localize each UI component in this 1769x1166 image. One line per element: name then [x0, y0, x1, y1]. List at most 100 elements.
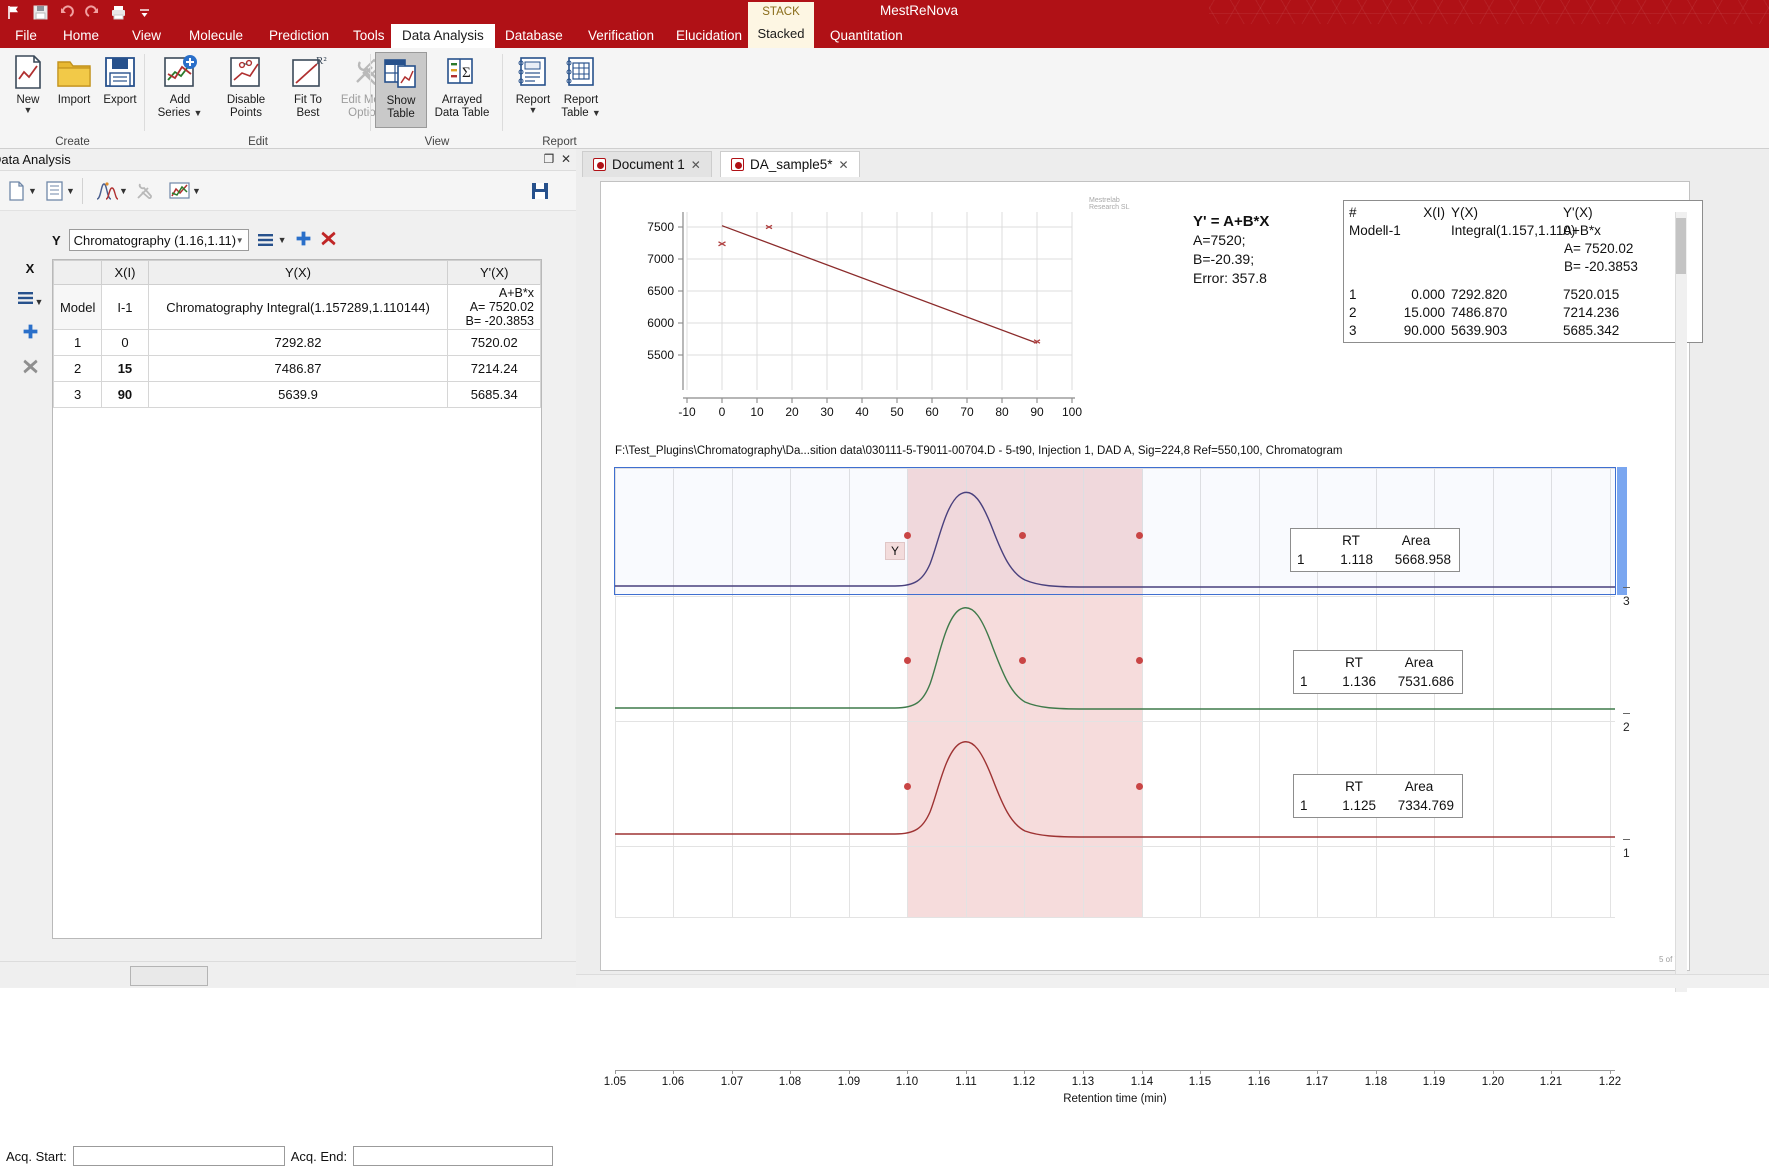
y-axis-marker-label[interactable]: Y [885, 542, 906, 560]
x-add-button[interactable] [14, 323, 46, 343]
integration-handle[interactable] [1136, 657, 1143, 664]
toolbar-save-analysis[interactable] [530, 178, 550, 204]
ribbon-button-report[interactable]: Report ▼ [507, 52, 559, 128]
svg-text:0: 0 [719, 405, 726, 419]
table-row[interactable]: 2 15 7486.87 7214.24 [52, 355, 541, 382]
column-header-ypx[interactable]: Y'(X) [447, 260, 541, 285]
ribbon-tab-prediction[interactable]: Prediction [258, 24, 340, 48]
close-icon[interactable]: ✕ [839, 158, 849, 172]
page-scrollbar-vertical[interactable] [1675, 212, 1687, 992]
restore-icon[interactable]: ❐ [544, 152, 555, 166]
chevron-down-icon[interactable]: ▼ [278, 235, 287, 244]
y-add-button[interactable] [295, 230, 312, 250]
spectrum-resize-handle[interactable] [1617, 467, 1627, 595]
chevron-down-icon[interactable]: ▼ [24, 105, 33, 114]
chevron-down-icon[interactable]: ▼ [66, 186, 75, 195]
ribbon-tab-quantitation[interactable]: Quantitation [819, 24, 914, 48]
ribbon-tab-data-analysis[interactable]: Data Analysis [391, 24, 495, 48]
model-results-table[interactable]: # X(I) Y(X) Y'(X) Model I-1 Integral(1.1… [1343, 200, 1703, 343]
document-tab-da-sample5[interactable]: DA_sample5* ✕ [720, 151, 860, 177]
table-row-model[interactable]: Model I-1 Chromatography Integral(1.1572… [52, 284, 541, 330]
selected-spectrum-box[interactable] [614, 467, 1627, 595]
y-series-select[interactable]: Chromatography (1.16,1.11) ▼ [68, 229, 249, 251]
cell-xi[interactable]: 90 [101, 381, 149, 408]
ribbon-tab-home[interactable]: Home [52, 24, 110, 48]
chromatogram-stack[interactable]: Y RT Area 1 1.118 5668.958 RT Area 1 1.1… [614, 467, 1630, 918]
ribbon-button-add-series[interactable]: Add Series ▼ [149, 52, 211, 128]
redo-icon[interactable] [84, 4, 101, 21]
ribbon-tab-view[interactable]: View [121, 24, 172, 48]
integration-handle[interactable] [1019, 532, 1026, 539]
ribbon-button-disable-points[interactable]: Disable Points [215, 52, 277, 128]
undo-icon[interactable] [58, 4, 75, 21]
x-tick-label: 1.10 [895, 1076, 919, 1088]
ribbon-button-show-table[interactable]: Show Table [375, 52, 427, 128]
document-scrollbar-horizontal[interactable] [576, 974, 1769, 988]
integration-handle[interactable] [904, 657, 911, 664]
x-tick-label: 1.20 [1481, 1076, 1505, 1088]
page-scrollbar-thumb[interactable] [1676, 218, 1686, 274]
rt-area-box-spectrum-1[interactable]: RT Area 1 1.125 7334.769 [1293, 774, 1463, 818]
flag-icon[interactable] [6, 4, 23, 21]
close-icon[interactable]: ✕ [691, 158, 701, 172]
close-icon[interactable]: ✕ [561, 152, 571, 166]
integration-handle[interactable] [904, 532, 911, 539]
y-menu-button[interactable]: ▼ [257, 233, 287, 247]
print-icon[interactable] [110, 4, 127, 21]
x-delete-button[interactable] [14, 358, 46, 378]
model-row-yx: Integral(1.157,1.110) [1451, 223, 1576, 238]
panel-footer-button[interactable] [130, 966, 208, 986]
integration-handle[interactable] [904, 783, 911, 790]
chevron-down-icon[interactable]: ▼ [236, 236, 244, 245]
analysis-table-wrapper[interactable]: X(I) Y(X) Y'(X) Model I-1 Chromatography… [52, 259, 542, 939]
ribbon-button-export[interactable]: Export [94, 52, 146, 128]
chevron-down-icon[interactable]: ▼ [592, 108, 601, 118]
save-icon[interactable] [32, 4, 49, 21]
rt-area-box-spectrum-3[interactable]: RT Area 1 1.118 5668.958 [1290, 528, 1460, 572]
ribbon-tab-tools[interactable]: Tools [342, 24, 396, 48]
toolbar-data-table[interactable]: ▼ [44, 178, 75, 204]
cell-xi[interactable]: 0 [101, 329, 149, 356]
column-header-index[interactable] [52, 260, 103, 285]
rt-area-box-spectrum-2[interactable]: RT Area 1 1.136 7531.686 [1293, 650, 1463, 694]
ribbon-tab-file[interactable]: File [2, 24, 50, 48]
table-row[interactable]: 3 90 5639.9 5685.34 [52, 381, 541, 408]
acq-start-input[interactable] [72, 1146, 285, 1166]
chevron-down-icon[interactable]: ▼ [193, 108, 202, 118]
toolbar-new-analysis[interactable]: ▼ [6, 178, 37, 204]
column-header-yx[interactable]: Y(X) [147, 260, 449, 285]
toolbar-chart[interactable]: ▼ [168, 178, 201, 204]
integration-handle[interactable] [1136, 783, 1143, 790]
customize-qat-icon[interactable] [136, 4, 153, 21]
ribbon-button-arrayed-data-table[interactable]: Σ Arrayed Data Table [431, 52, 493, 128]
regression-chart[interactable]: Mestrelab Research SL 7500 7000 6500 600… [617, 197, 1137, 430]
column-header-xi[interactable]: X(I) [101, 260, 149, 285]
panel-header-buttons[interactable]: ❐ ✕ [544, 152, 572, 166]
integration-handle[interactable] [1019, 657, 1026, 664]
toolbar-settings[interactable] [134, 178, 156, 204]
toolbar-peaks[interactable]: ▼ [82, 178, 128, 204]
chevron-down-icon[interactable]: ▼ [192, 186, 201, 195]
chevron-down-icon[interactable]: ▼ [35, 297, 44, 307]
ribbon-tab-stacked[interactable]: Stacked [748, 22, 814, 46]
document-tab-document-1[interactable]: Document 1 ✕ [582, 151, 712, 177]
chevron-down-icon[interactable]: ▼ [28, 186, 37, 195]
x-menu-button[interactable]: ▼ [14, 291, 46, 308]
chevron-down-icon[interactable]: ▼ [119, 186, 128, 195]
ribbon-button-import[interactable]: Import [48, 52, 100, 128]
ribbon-button-new[interactable]: New ▼ [2, 52, 54, 128]
ribbon-tab-molecule[interactable]: Molecule [178, 24, 254, 48]
cell-xi[interactable]: 15 [101, 355, 149, 382]
document-page[interactable]: Mestrelab Research SL 7500 7000 6500 600… [600, 181, 1703, 1105]
acq-end-input[interactable] [353, 1146, 554, 1166]
ribbon-button-fit-to-best[interactable]: R² Fit To Best [277, 52, 339, 128]
chevron-down-icon[interactable]: ▼ [529, 105, 538, 114]
ribbon-tab-database[interactable]: Database [494, 24, 574, 48]
ribbon-button-report-table[interactable]: Report Table ▼ [555, 52, 607, 128]
quick-access-toolbar[interactable] [6, 2, 153, 22]
y-delete-button[interactable] [320, 230, 337, 250]
ribbon-tab-verification[interactable]: Verification [577, 24, 665, 48]
integration-handle[interactable] [1136, 532, 1143, 539]
ribbon-tab-elucidation[interactable]: Elucidation [665, 24, 753, 48]
table-row[interactable]: 1 0 7292.82 7520.02 [52, 329, 541, 356]
